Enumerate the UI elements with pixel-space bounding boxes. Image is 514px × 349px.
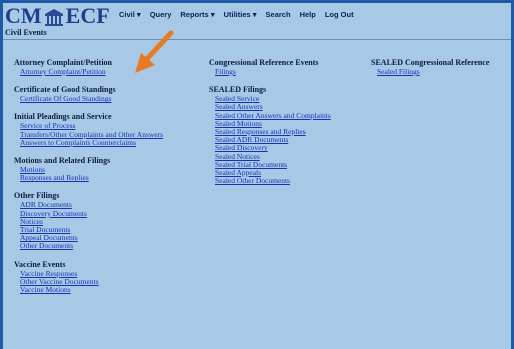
courthouse-icon xyxy=(44,7,64,26)
dropdown-caret-icon: ▾ xyxy=(250,10,257,19)
event-group-sealed-filings: SEALED Filings Sealed Service Sealed Answe… xyxy=(209,85,331,185)
event-link-responses-and-replies[interactable]: Responses and Replies xyxy=(20,174,163,182)
event-link-vaccine-motions[interactable]: Vaccine Motions xyxy=(20,285,163,294)
event-link-other-documents[interactable]: Other Documents xyxy=(20,242,163,250)
cmecf-window: CM ECF Civil ▾ Query Reports ▾ Utilities ▾ S… xyxy=(3,3,511,349)
menu-label: Reports xyxy=(180,10,209,19)
event-link-sealed-other-documents[interactable]: Sealed Other Documents xyxy=(215,177,331,185)
pointer-arrow-icon xyxy=(135,30,174,73)
menu-label: Log Out xyxy=(324,10,354,19)
event-group-other-filings: Other Filings ADR Documents Discovery Docu… xyxy=(14,191,163,250)
cmecf-logo[interactable]: CM ECF xyxy=(5,3,110,28)
menu-search[interactable]: Search xyxy=(266,10,291,19)
menu-help[interactable]: Help xyxy=(300,10,316,19)
event-link-sealed-filings[interactable]: Sealed Filings xyxy=(377,67,489,76)
main-menu: Civil ▾ Query Reports ▾ Utilities ▾ Search He… xyxy=(119,10,363,19)
event-link-certificate-of-good-standings[interactable]: Certificate Of Good Standings xyxy=(20,94,163,103)
events-column-1: Attorney Complaint/Petition Attorney Comp… xyxy=(14,58,163,303)
event-group-vaccine-events: Vaccine Events Vaccine Responses Other Vac… xyxy=(14,260,163,295)
event-group-initial-pleadings-and-service: Initial Pleadings and Service Service of … xyxy=(14,112,163,147)
event-group-motions-and-related-filings: Motions and Related Filings Motions Respon… xyxy=(14,156,163,182)
event-link-filings[interactable]: Filings xyxy=(215,67,331,76)
menu-query[interactable]: Query xyxy=(150,10,172,19)
event-link-answers-to-complaints-counterclaims[interactable]: Answers to Complaints Counterclaims xyxy=(20,138,163,147)
event-group-certificate-of-good-standings: Certificate of Good Standings Certificate… xyxy=(14,85,163,103)
menu-utilities[interactable]: Utilities ▾ xyxy=(224,10,257,19)
menu-log-out[interactable]: Log Out xyxy=(325,10,354,19)
event-group-sealed-congressional-reference: SEALED Congressional Reference Sealed Fil… xyxy=(371,58,489,76)
page-title: Civil Events xyxy=(5,28,47,37)
events-column-3: SEALED Congressional Reference Sealed Fil… xyxy=(371,58,489,85)
dropdown-caret-icon: ▾ xyxy=(208,10,215,19)
events-column-2: Congressional Reference Events Filings SEA… xyxy=(209,58,331,194)
top-navigation-bar: CM ECF Civil ▾ Query Reports ▾ Utilities ▾ S… xyxy=(3,3,511,28)
logo-text-cm: CM xyxy=(5,3,42,28)
menu-label: Utilities xyxy=(223,10,251,19)
menu-label: Civil xyxy=(119,10,135,19)
menu-label: Help xyxy=(299,10,316,19)
menu-label: Search xyxy=(265,10,291,19)
logo-text-ecf: ECF xyxy=(65,3,110,28)
menu-label: Query xyxy=(149,10,172,19)
dropdown-caret-icon: ▾ xyxy=(134,10,141,19)
menu-reports[interactable]: Reports ▾ xyxy=(180,10,214,19)
title-divider xyxy=(3,39,511,40)
event-group-congressional-reference-events: Congressional Reference Events Filings xyxy=(209,58,331,76)
menu-civil[interactable]: Civil ▾ xyxy=(119,10,141,19)
